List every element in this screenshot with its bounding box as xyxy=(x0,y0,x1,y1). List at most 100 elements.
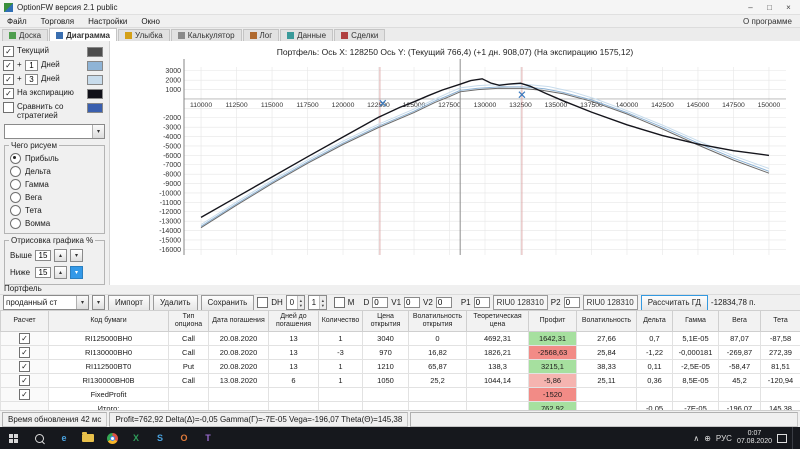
start-button[interactable] xyxy=(0,427,26,449)
radio-option-Тета[interactable]: Тета xyxy=(8,204,101,217)
row-check-cell[interactable]: ✓ xyxy=(1,374,49,388)
network-icon[interactable]: ⊕ xyxy=(704,434,711,443)
column-header[interactable]: Расчет xyxy=(1,311,49,332)
chrome-icon[interactable] xyxy=(100,427,124,449)
tray-expand-icon[interactable]: ∧ xyxy=(693,434,699,443)
menu-item-Окно[interactable]: Окно xyxy=(134,15,167,28)
folder-icon[interactable] xyxy=(76,427,100,449)
column-header[interactable]: Волатильность открытия xyxy=(409,311,467,332)
column-header[interactable]: Цена открытия xyxy=(363,311,409,332)
below-decrease-button[interactable]: ▴ xyxy=(54,266,67,279)
column-header[interactable]: Теоретическая цена xyxy=(467,311,529,332)
column-header[interactable]: Профит xyxy=(529,311,577,332)
above-increase-button[interactable]: ▾ xyxy=(70,249,83,262)
tab-Сделки[interactable]: Сделки xyxy=(334,29,385,41)
app-orange-icon[interactable]: O xyxy=(172,427,196,449)
edge-icon[interactable]: e xyxy=(52,427,76,449)
dh-spinner-2[interactable]: 1▲▼ xyxy=(308,295,327,310)
tab-Доска[interactable]: Доска xyxy=(2,29,48,41)
series-color-swatch[interactable] xyxy=(87,89,103,99)
strategy-select[interactable]: проданный ст ▾ xyxy=(3,295,89,310)
tab-Улыбка[interactable]: Улыбка xyxy=(118,29,170,41)
calculate-gd-button[interactable]: Рассчитать ГД xyxy=(641,295,708,311)
series-checkbox[interactable]: ✓ xyxy=(3,60,14,71)
minimize-button[interactable]: – xyxy=(741,1,760,14)
radio-option-Дельта[interactable]: Дельта xyxy=(8,165,101,178)
chart-canvas[interactable]: 300020001000-2000-3000-4000-5000-6000-70… xyxy=(110,41,800,285)
search-button[interactable] xyxy=(26,427,52,449)
row-checkbox[interactable]: ✓ xyxy=(19,389,30,400)
row-check-cell[interactable]: ✓ xyxy=(1,360,49,374)
tab-Диаграмма[interactable]: Диаграмма xyxy=(49,28,117,41)
dh-checkbox[interactable] xyxy=(257,297,268,308)
p1-input[interactable] xyxy=(474,297,490,308)
radio-option-Вега[interactable]: Вега xyxy=(8,191,101,204)
row-checkbox[interactable]: ✓ xyxy=(19,361,30,372)
series-checkbox[interactable]: ✓ xyxy=(3,46,14,57)
column-header[interactable]: Тип опциона xyxy=(169,311,209,332)
column-header[interactable]: Дельта xyxy=(637,311,673,332)
days-input[interactable] xyxy=(25,74,38,85)
maximize-button[interactable]: □ xyxy=(760,1,779,14)
column-header[interactable]: Дата погашения xyxy=(209,311,269,332)
series-color-swatch[interactable] xyxy=(87,47,103,57)
row-check-cell[interactable]: ✓ xyxy=(1,332,49,346)
radio-option-Вомма[interactable]: Вомма xyxy=(8,217,101,230)
v2-input[interactable] xyxy=(436,297,452,308)
m-checkbox[interactable] xyxy=(334,297,345,308)
series-color-swatch[interactable] xyxy=(87,103,103,113)
import-button[interactable]: Импорт xyxy=(108,295,150,311)
column-header[interactable]: Код бумаги xyxy=(49,311,169,332)
series-checkbox[interactable] xyxy=(3,102,14,113)
menu-item-about[interactable]: О программе xyxy=(735,15,800,28)
tab-Калькулятор[interactable]: Калькулятор xyxy=(171,29,242,41)
excel-icon[interactable]: X xyxy=(124,427,148,449)
taskbar-clock[interactable]: 0:07 07.08.2020 xyxy=(737,430,772,447)
row-check-cell[interactable]: ✓ xyxy=(1,388,49,402)
column-header[interactable]: Вега xyxy=(719,311,761,332)
compare-strategy-select[interactable]: ▾ xyxy=(4,124,105,139)
radio-option-Прибыль[interactable]: Прибыль xyxy=(8,152,101,165)
row-checkbox[interactable]: ✓ xyxy=(19,333,30,344)
row-checkbox[interactable]: ✓ xyxy=(19,347,30,358)
series-color-swatch[interactable] xyxy=(87,75,103,85)
skype-icon[interactable]: S xyxy=(148,427,172,449)
language-indicator[interactable]: РУС xyxy=(716,434,732,443)
tab-Лог[interactable]: Лог xyxy=(243,29,280,41)
tab-Данные[interactable]: Данные xyxy=(280,29,333,41)
delete-button[interactable]: Удалить xyxy=(153,295,198,311)
radio-option-Гамма[interactable]: Гамма xyxy=(8,178,101,191)
series-color-swatch[interactable] xyxy=(87,61,103,71)
below-increase-button[interactable]: ▾ xyxy=(70,266,83,279)
table-row[interactable]: ✓RI130000BH0Call20.08.202013-397016,8218… xyxy=(1,346,800,360)
table-row[interactable]: ✓RI125000BH0Call20.08.2020131304004692,3… xyxy=(1,332,800,346)
days-input[interactable] xyxy=(25,60,38,71)
table-row[interactable]: ✓RI112500BT0Put20.08.2020131121065,87138… xyxy=(1,360,800,374)
row-checkbox[interactable]: ✓ xyxy=(19,375,30,386)
row-check-cell[interactable]: ✓ xyxy=(1,346,49,360)
menu-item-Торговля[interactable]: Торговля xyxy=(34,15,81,28)
table-row[interactable]: ✓FixedProfit-1520 xyxy=(1,388,800,402)
column-header[interactable]: Тета xyxy=(761,311,800,332)
strategy-dropdown-button[interactable]: ▾ xyxy=(92,295,105,310)
notification-center-icon[interactable] xyxy=(777,434,787,443)
d-input[interactable] xyxy=(372,297,388,308)
series-checkbox[interactable]: ✓ xyxy=(3,74,14,85)
telegram-icon[interactable]: T xyxy=(196,427,220,449)
p2-input[interactable] xyxy=(564,297,580,308)
menu-item-Настройки[interactable]: Настройки xyxy=(81,15,134,28)
save-button[interactable]: Сохранить xyxy=(201,295,255,311)
above-input[interactable] xyxy=(35,250,51,261)
menu-item-Файл[interactable]: Файл xyxy=(0,15,34,28)
column-header[interactable]: Количество xyxy=(319,311,363,332)
dh-spinner-1[interactable]: 0▲▼ xyxy=(286,295,305,310)
payoff-chart[interactable]: 300020001000-2000-3000-4000-5000-6000-70… xyxy=(110,41,800,285)
column-header[interactable]: Дней до погашения xyxy=(269,311,319,332)
column-header[interactable]: Гамма xyxy=(673,311,719,332)
series-checkbox[interactable]: ✓ xyxy=(3,88,14,99)
below-input[interactable] xyxy=(35,267,51,278)
v1-input[interactable] xyxy=(404,297,420,308)
table-row[interactable]: ✓RI130000BH0BCall13.08.202061105025,2104… xyxy=(1,374,800,388)
column-header[interactable]: Волатильность xyxy=(577,311,637,332)
above-decrease-button[interactable]: ▴ xyxy=(54,249,67,262)
